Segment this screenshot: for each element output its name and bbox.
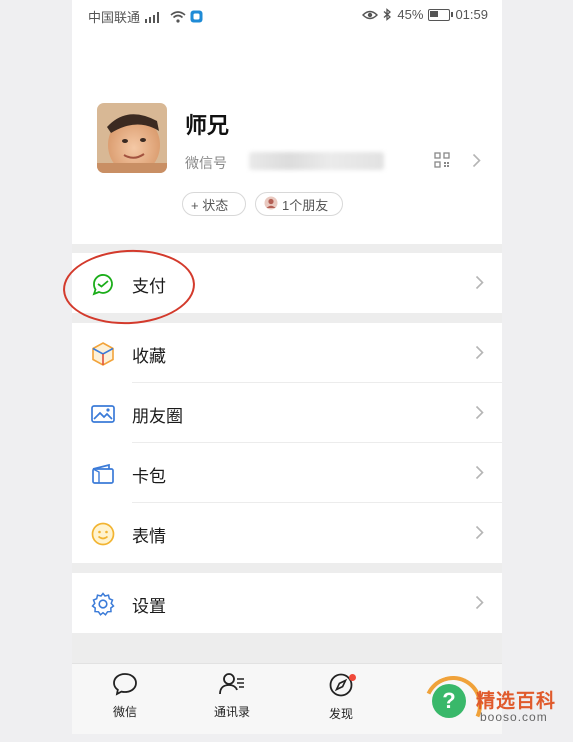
tab-label-chats: 微信: [112, 705, 137, 719]
menu-label-cards: 卡包: [132, 467, 166, 486]
menu-item-favorites[interactable]: 收藏: [72, 323, 502, 383]
wechat-id-blurred: [249, 152, 384, 170]
cards-icon: [90, 461, 116, 487]
qr-code-icon[interactable]: [434, 152, 450, 173]
signal-icon: [144, 11, 166, 23]
app-notification-icon: [190, 10, 203, 23]
clock: 01:59: [455, 7, 488, 22]
tab-label-contacts: 通讯录: [213, 705, 250, 719]
bluetooth-icon: [383, 8, 392, 21]
tab-label-discover: 发现: [328, 707, 353, 721]
chevron-right-icon: [472, 153, 481, 173]
menu-item-cards[interactable]: 卡包: [72, 443, 502, 503]
watermark-logo: ? 精选百科 booso.com: [414, 667, 573, 742]
friend-avatar-icon: [264, 196, 278, 213]
battery-icon: [428, 8, 454, 21]
avatar[interactable]: [97, 103, 167, 173]
eye-icon: [362, 9, 379, 21]
discover-icon: [328, 673, 354, 702]
status-bar: 中国联通 45% 01:59: [72, 0, 502, 32]
status-chip-label: + 状态: [191, 197, 229, 213]
wechat-id-label: 微信号: [185, 155, 227, 171]
menu-label-stickers: 表情: [132, 527, 166, 546]
chat-icon: [112, 673, 138, 700]
friends-chip-label: 1个朋友: [282, 197, 329, 213]
menu-item-moments[interactable]: 朋友圈: [72, 383, 502, 443]
stickers-icon: [90, 521, 116, 547]
status-chip[interactable]: + 状态: [182, 192, 246, 216]
screen: 中国联通 45% 01:59 师兄 微信号 + 状态 1个朋友 支付 收藏 朋友…: [0, 0, 573, 742]
profile-name: 师兄: [185, 113, 230, 138]
chevron-right-icon: [475, 465, 484, 485]
watermark-question-icon: ?: [432, 684, 466, 718]
wifi-icon: [170, 10, 186, 23]
battery-percent: 45%: [397, 7, 424, 22]
wechat-me-page: 中国联通 45% 01:59 师兄 微信号 + 状态 1个朋友 支付 收藏 朋友…: [61, 0, 502, 734]
menu-item-settings[interactable]: 设置: [72, 573, 502, 633]
chevron-right-icon: [475, 345, 484, 365]
menu-label-settings: 设置: [132, 597, 166, 616]
watermark-site: booso.com: [480, 710, 548, 724]
carrier-text: 中国联通: [88, 10, 141, 25]
chevron-right-icon: [475, 405, 484, 425]
watermark-title: 精选百科: [476, 691, 557, 712]
discover-notification-dot: [349, 674, 356, 681]
chevron-right-icon: [475, 525, 484, 545]
contacts-icon: [218, 673, 246, 700]
favorites-icon: [90, 341, 116, 367]
moments-icon: [90, 401, 116, 427]
friends-chip[interactable]: 1个朋友: [255, 192, 343, 216]
menu-label-favorites: 收藏: [132, 347, 166, 366]
tab-discover[interactable]: 发现: [301, 672, 381, 722]
profile-card[interactable]: 师兄 微信号 + 状态 1个朋友: [72, 32, 502, 244]
settings-icon: [90, 591, 116, 617]
menu-item-stickers[interactable]: 表情: [72, 503, 502, 563]
tab-chats[interactable]: 微信: [85, 672, 165, 720]
chevron-right-icon: [475, 595, 484, 615]
menu-label-moments: 朋友圈: [132, 407, 183, 426]
tab-contacts[interactable]: 通讯录: [192, 672, 272, 720]
chevron-right-icon: [475, 275, 484, 295]
